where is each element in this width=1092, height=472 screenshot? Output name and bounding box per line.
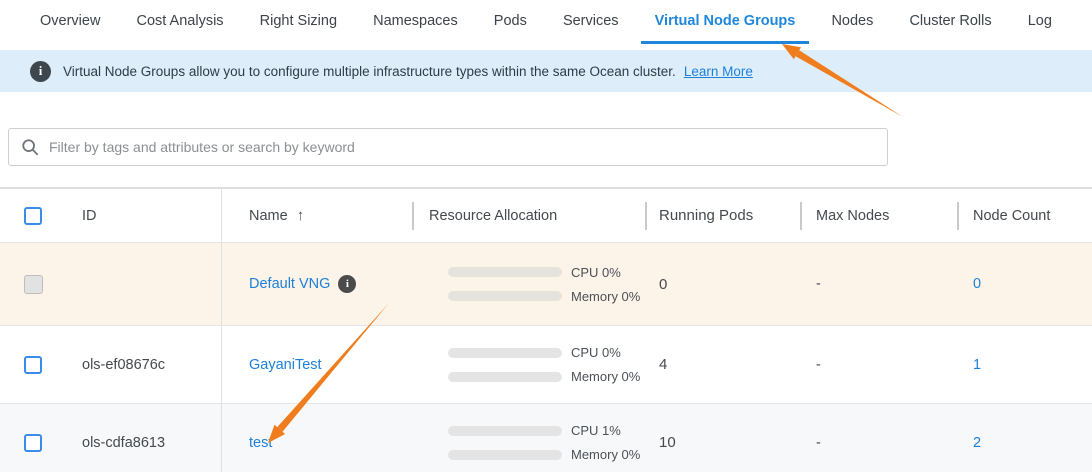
cpu-usage-label: CPU 1% <box>571 423 621 438</box>
ocean-cluster-page: Overview Cost Analysis Right Sizing Name… <box>0 0 1092 472</box>
max-nodes-value: - <box>800 404 957 472</box>
node-count-link[interactable]: 0 <box>973 276 981 292</box>
memory-usage-label: Memory 0% <box>571 369 640 384</box>
memory-usage-bar <box>448 291 562 301</box>
tab-virtual-node-groups[interactable]: Virtual Node Groups <box>641 0 810 44</box>
column-header-id: ID <box>62 189 222 242</box>
cpu-usage-bar <box>448 348 562 358</box>
sort-asc-icon[interactable]: ↑ <box>297 207 305 224</box>
search-input[interactable] <box>49 139 875 155</box>
tab-pods[interactable]: Pods <box>480 0 541 44</box>
vng-id: ols-ef08676c <box>62 326 222 403</box>
tab-namespaces[interactable]: Namespaces <box>359 0 472 44</box>
tab-cluster-rolls[interactable]: Cluster Rolls <box>895 0 1005 44</box>
cpu-usage-bar <box>448 267 562 277</box>
filter-search-box[interactable] <box>8 128 888 166</box>
search-icon <box>21 138 39 156</box>
row-checkbox[interactable] <box>24 434 42 452</box>
banner-text: Virtual Node Groups allow you to configu… <box>63 64 676 79</box>
tab-cost-analysis[interactable]: Cost Analysis <box>123 0 238 44</box>
cpu-usage-label: CPU 0% <box>571 345 621 360</box>
row-checkbox <box>24 275 43 294</box>
vng-id: ols-cdfa8613 <box>62 404 222 472</box>
table-row-test[interactable]: ols-cdfa8613 test CPU 1% Memory 0% 10 - <box>0 404 1092 472</box>
info-banner: i Virtual Node Groups allow you to confi… <box>0 50 1092 92</box>
vng-table: ID Name ↑ Resource Allocation Running Po… <box>0 187 1092 472</box>
memory-usage-label: Memory 0% <box>571 289 640 304</box>
running-pods-value: 0 <box>645 243 800 325</box>
row-checkbox[interactable] <box>24 356 42 374</box>
column-header-resource-allocation: Resource Allocation <box>412 189 645 242</box>
vng-name-link[interactable]: GayaniTest <box>249 357 322 373</box>
cluster-tab-bar: Overview Cost Analysis Right Sizing Name… <box>0 0 1092 44</box>
memory-usage-bar <box>448 372 562 382</box>
tab-nodes[interactable]: Nodes <box>817 0 887 44</box>
column-header-max-nodes: Max Nodes <box>800 189 957 242</box>
tab-log[interactable]: Log <box>1014 0 1066 44</box>
tab-services[interactable]: Services <box>549 0 633 44</box>
column-header-node-count: Node Count <box>957 189 1092 242</box>
tab-overview[interactable]: Overview <box>26 0 114 44</box>
column-header-running-pods: Running Pods <box>645 189 800 242</box>
test-vng-link[interactable]: test <box>249 435 272 451</box>
running-pods-value: 4 <box>645 326 800 403</box>
select-all-checkbox[interactable] <box>24 207 42 225</box>
default-vng-info-icon[interactable]: i <box>338 275 356 293</box>
memory-usage-label: Memory 0% <box>571 447 640 462</box>
running-pods-value: 10 <box>645 404 800 472</box>
max-nodes-value: - <box>800 243 957 325</box>
column-header-name[interactable]: Name ↑ <box>222 189 412 242</box>
node-count-link[interactable]: 2 <box>973 435 981 451</box>
memory-usage-bar <box>448 450 562 460</box>
vng-table-header: ID Name ↑ Resource Allocation Running Po… <box>0 189 1092 243</box>
table-row-gayanitest[interactable]: ols-ef08676c GayaniTest CPU 0% Memory 0%… <box>0 326 1092 404</box>
learn-more-link[interactable]: Learn More <box>684 64 753 79</box>
tab-right-sizing[interactable]: Right Sizing <box>246 0 351 44</box>
node-count-link[interactable]: 1 <box>973 357 981 373</box>
vng-id <box>62 243 222 325</box>
cpu-usage-bar <box>448 426 562 436</box>
cpu-usage-label: CPU 0% <box>571 265 621 280</box>
max-nodes-value: - <box>800 326 957 403</box>
info-icon: i <box>30 61 51 82</box>
table-row-default-vng[interactable]: Default VNG i CPU 0% Memory 0% 0 - 0 <box>0 243 1092 326</box>
vng-name-link[interactable]: Default VNG <box>249 276 330 292</box>
